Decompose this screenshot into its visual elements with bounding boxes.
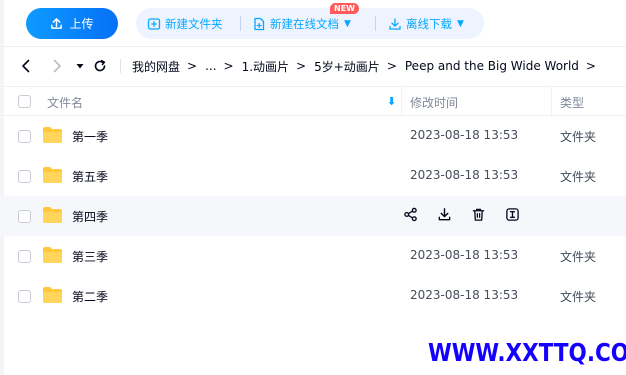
share-icon bbox=[404, 207, 417, 222]
column-header-modified[interactable]: 修改时间 bbox=[410, 94, 458, 111]
navigation-bar: 我的网盘 > ... > 1.动画片 > 5岁+动画片 > Peep and t… bbox=[0, 50, 626, 82]
new-folder-icon bbox=[147, 17, 161, 30]
more-button[interactable] bbox=[504, 206, 521, 223]
file-type: 文件夹 bbox=[560, 290, 597, 304]
modified-time: 2023-08-18 13:53 bbox=[410, 248, 519, 262]
file-type: 文件夹 bbox=[560, 170, 597, 184]
new-document-icon bbox=[254, 17, 265, 30]
breadcrumb-item-cartoons[interactable]: 1.动画片 bbox=[242, 58, 289, 75]
chevron-right-icon: > bbox=[296, 59, 307, 73]
modified-time: 2023-08-18 13:53 bbox=[410, 168, 519, 182]
row-checkbox[interactable] bbox=[18, 290, 31, 303]
table-row[interactable]: 第五季 2023-08-18 13:53 文件夹 bbox=[0, 156, 626, 196]
download-icon bbox=[438, 208, 451, 221]
folder-icon bbox=[43, 247, 62, 263]
modified-time: 2023-08-18 13:53 bbox=[410, 128, 519, 142]
offline-download-button[interactable]: 离线下载 ▼ bbox=[388, 8, 464, 39]
file-name[interactable]: 第二季 bbox=[72, 288, 108, 305]
file-name[interactable]: 第一季 bbox=[72, 128, 108, 145]
file-type: 文件夹 bbox=[560, 130, 597, 144]
column-header-type[interactable]: 类型 bbox=[560, 94, 584, 111]
share-button[interactable] bbox=[402, 206, 419, 223]
back-button[interactable] bbox=[19, 58, 33, 74]
folder-icon bbox=[43, 167, 62, 183]
breadcrumb-item-current-folder[interactable]: Peep and the Big Wide World bbox=[405, 59, 579, 73]
row-checkbox[interactable] bbox=[18, 250, 31, 263]
folder-icon bbox=[43, 287, 62, 303]
modified-time: 2023-08-18 13:53 bbox=[410, 288, 519, 302]
new-online-doc-label: 新建在线文档 bbox=[270, 16, 339, 31]
breadcrumb-item-ellipsis[interactable]: ... bbox=[205, 59, 216, 73]
new-folder-label: 新建文件夹 bbox=[165, 16, 223, 31]
chevron-right-icon bbox=[53, 59, 61, 73]
nav-divider bbox=[120, 59, 121, 73]
upload-button[interactable]: 上传 bbox=[26, 8, 118, 39]
folder-icon bbox=[43, 207, 62, 223]
caret-down-icon bbox=[76, 64, 84, 69]
chevron-down-icon: ▼ bbox=[457, 18, 464, 29]
history-dropdown-button[interactable] bbox=[73, 58, 87, 74]
download-button[interactable] bbox=[436, 206, 453, 223]
refresh-icon bbox=[94, 59, 106, 72]
chevron-right-icon: > bbox=[386, 59, 397, 73]
row-checkbox[interactable] bbox=[18, 210, 31, 223]
new-folder-button[interactable]: 新建文件夹 bbox=[147, 8, 223, 39]
breadcrumb-item-my-drive[interactable]: 我的网盘 bbox=[132, 58, 180, 75]
chevron-right-icon: > bbox=[187, 59, 198, 73]
toolbar-action-group: 新建文件夹 新建在线文档 ▼ 离线下载 ▼ bbox=[136, 8, 484, 39]
row-checkbox[interactable] bbox=[18, 170, 31, 183]
file-type: 文件夹 bbox=[560, 250, 597, 264]
delete-button[interactable] bbox=[470, 206, 487, 223]
file-name[interactable]: 第四季 bbox=[72, 208, 108, 225]
folder-icon bbox=[43, 127, 62, 143]
column-divider[interactable] bbox=[551, 87, 552, 116]
table-row[interactable]: 第一季 2023-08-18 13:53 文件夹 bbox=[0, 116, 626, 156]
watermark-text: WWW.XXTTQ.COM bbox=[428, 338, 626, 367]
breadcrumb: 我的网盘 > ... > 1.动画片 > 5岁+动画片 > Peep and t… bbox=[132, 57, 604, 75]
breadcrumb-item-age5-cartoons[interactable]: 5岁+动画片 bbox=[314, 58, 380, 75]
table-header: 文件名 ⬇ 修改时间 类型 bbox=[0, 86, 626, 116]
rename-icon bbox=[506, 208, 519, 221]
chevron-down-icon: ▼ bbox=[344, 18, 351, 29]
upload-icon bbox=[51, 18, 63, 29]
new-badge: NEW bbox=[330, 3, 359, 14]
offline-download-icon bbox=[389, 17, 401, 30]
refresh-button[interactable] bbox=[93, 58, 107, 74]
toolbar: 上传 新建文件夹 新建在线文档 ▼ 离线下载 ▼ NEW bbox=[0, 0, 626, 46]
chevron-left-icon bbox=[22, 59, 30, 73]
table-row[interactable]: 第四季 bbox=[0, 196, 626, 236]
row-checkbox[interactable] bbox=[18, 130, 31, 143]
toolbar-divider bbox=[375, 16, 376, 31]
toolbar-divider-line bbox=[0, 46, 626, 47]
row-hover-actions bbox=[402, 206, 521, 223]
chevron-right-icon: > bbox=[585, 59, 596, 73]
file-name[interactable]: 第三季 bbox=[72, 248, 108, 265]
select-all-checkbox[interactable] bbox=[18, 95, 31, 108]
upload-label: 上传 bbox=[69, 17, 94, 31]
column-divider[interactable] bbox=[401, 87, 402, 116]
file-name[interactable]: 第五季 bbox=[72, 168, 108, 185]
chevron-right-icon: > bbox=[223, 59, 234, 73]
table-row[interactable]: 第二季 2023-08-18 13:53 文件夹 bbox=[0, 276, 626, 316]
column-header-name[interactable]: 文件名 bbox=[47, 94, 83, 111]
table-row[interactable]: 第三季 2023-08-18 13:53 文件夹 bbox=[0, 236, 626, 276]
toolbar-divider bbox=[240, 16, 241, 31]
forward-button[interactable] bbox=[50, 58, 64, 74]
sort-arrow-down-icon[interactable]: ⬇ bbox=[387, 95, 396, 108]
offline-download-label: 离线下载 bbox=[406, 16, 452, 31]
trash-icon bbox=[472, 208, 485, 221]
